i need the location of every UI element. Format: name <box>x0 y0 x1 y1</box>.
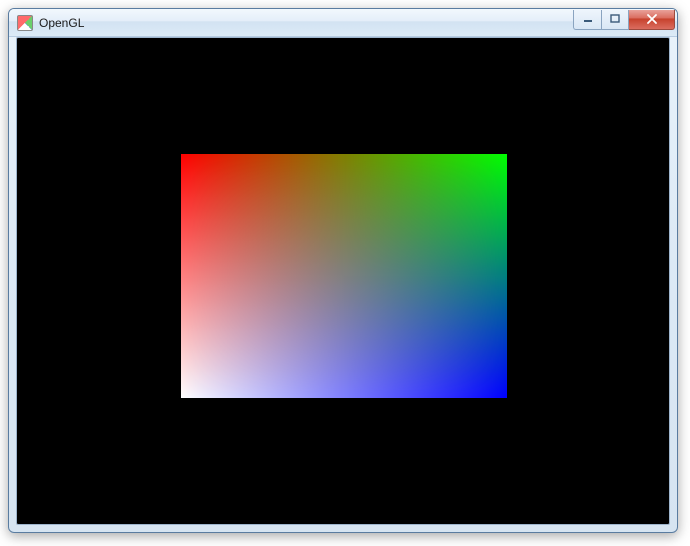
opengl-viewport <box>17 38 669 524</box>
titlebar[interactable]: OpenGL <box>9 9 677 37</box>
window-controls <box>573 10 675 30</box>
minimize-button[interactable] <box>573 10 601 30</box>
gradient-quad <box>181 154 507 398</box>
close-button[interactable] <box>629 10 675 30</box>
opengl-app-icon <box>17 15 33 31</box>
minimize-icon <box>583 14 593 24</box>
maximize-icon <box>610 14 620 24</box>
maximize-button[interactable] <box>601 10 629 30</box>
close-icon <box>646 14 658 24</box>
client-area <box>16 37 670 525</box>
window-title: OpenGL <box>39 16 573 30</box>
app-window: OpenGL <box>8 8 678 533</box>
